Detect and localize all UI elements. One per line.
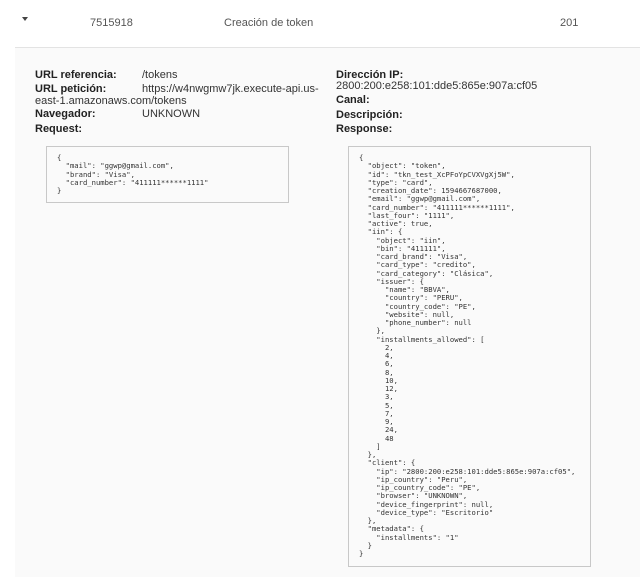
request-json: { "mail": "ggwp@gmail.com", "brand": "Vi… bbox=[46, 146, 289, 203]
event-name: Creación de token bbox=[224, 17, 314, 29]
response-json: { "object": "token", "id": "tkn_test_XcP… bbox=[348, 146, 591, 567]
channel-label: Canal: bbox=[336, 94, 370, 106]
chevron-down-icon[interactable] bbox=[22, 17, 28, 21]
ip-value: 2800:200:e258:101:dde5:865e:907a:cf05 bbox=[336, 80, 538, 92]
browser-value: UNKNOWN bbox=[142, 108, 201, 120]
event-row-header[interactable]: 7515918 Creación de token 201 bbox=[15, 0, 640, 48]
event-detail-panel: URL referencia: /tokens URL petición: ht… bbox=[15, 48, 640, 577]
request-label: Request: bbox=[35, 123, 83, 135]
url-pet-label: URL petición: bbox=[35, 83, 107, 95]
event-id: 7515918 bbox=[90, 17, 133, 29]
url-ref-label: URL referencia: bbox=[35, 69, 117, 81]
url-ref-value: /tokens bbox=[142, 69, 178, 81]
status-code: 201 bbox=[560, 17, 579, 29]
response-label: Response: bbox=[336, 123, 393, 135]
url-pet-value-line1: https://w4nwgmw7jk.execute-api.us- bbox=[142, 83, 319, 95]
description-label: Descripción: bbox=[336, 109, 403, 121]
url-pet-value-line2: east-1.amazonaws.com/tokens bbox=[35, 95, 187, 107]
browser-label: Navegador: bbox=[35, 108, 96, 120]
